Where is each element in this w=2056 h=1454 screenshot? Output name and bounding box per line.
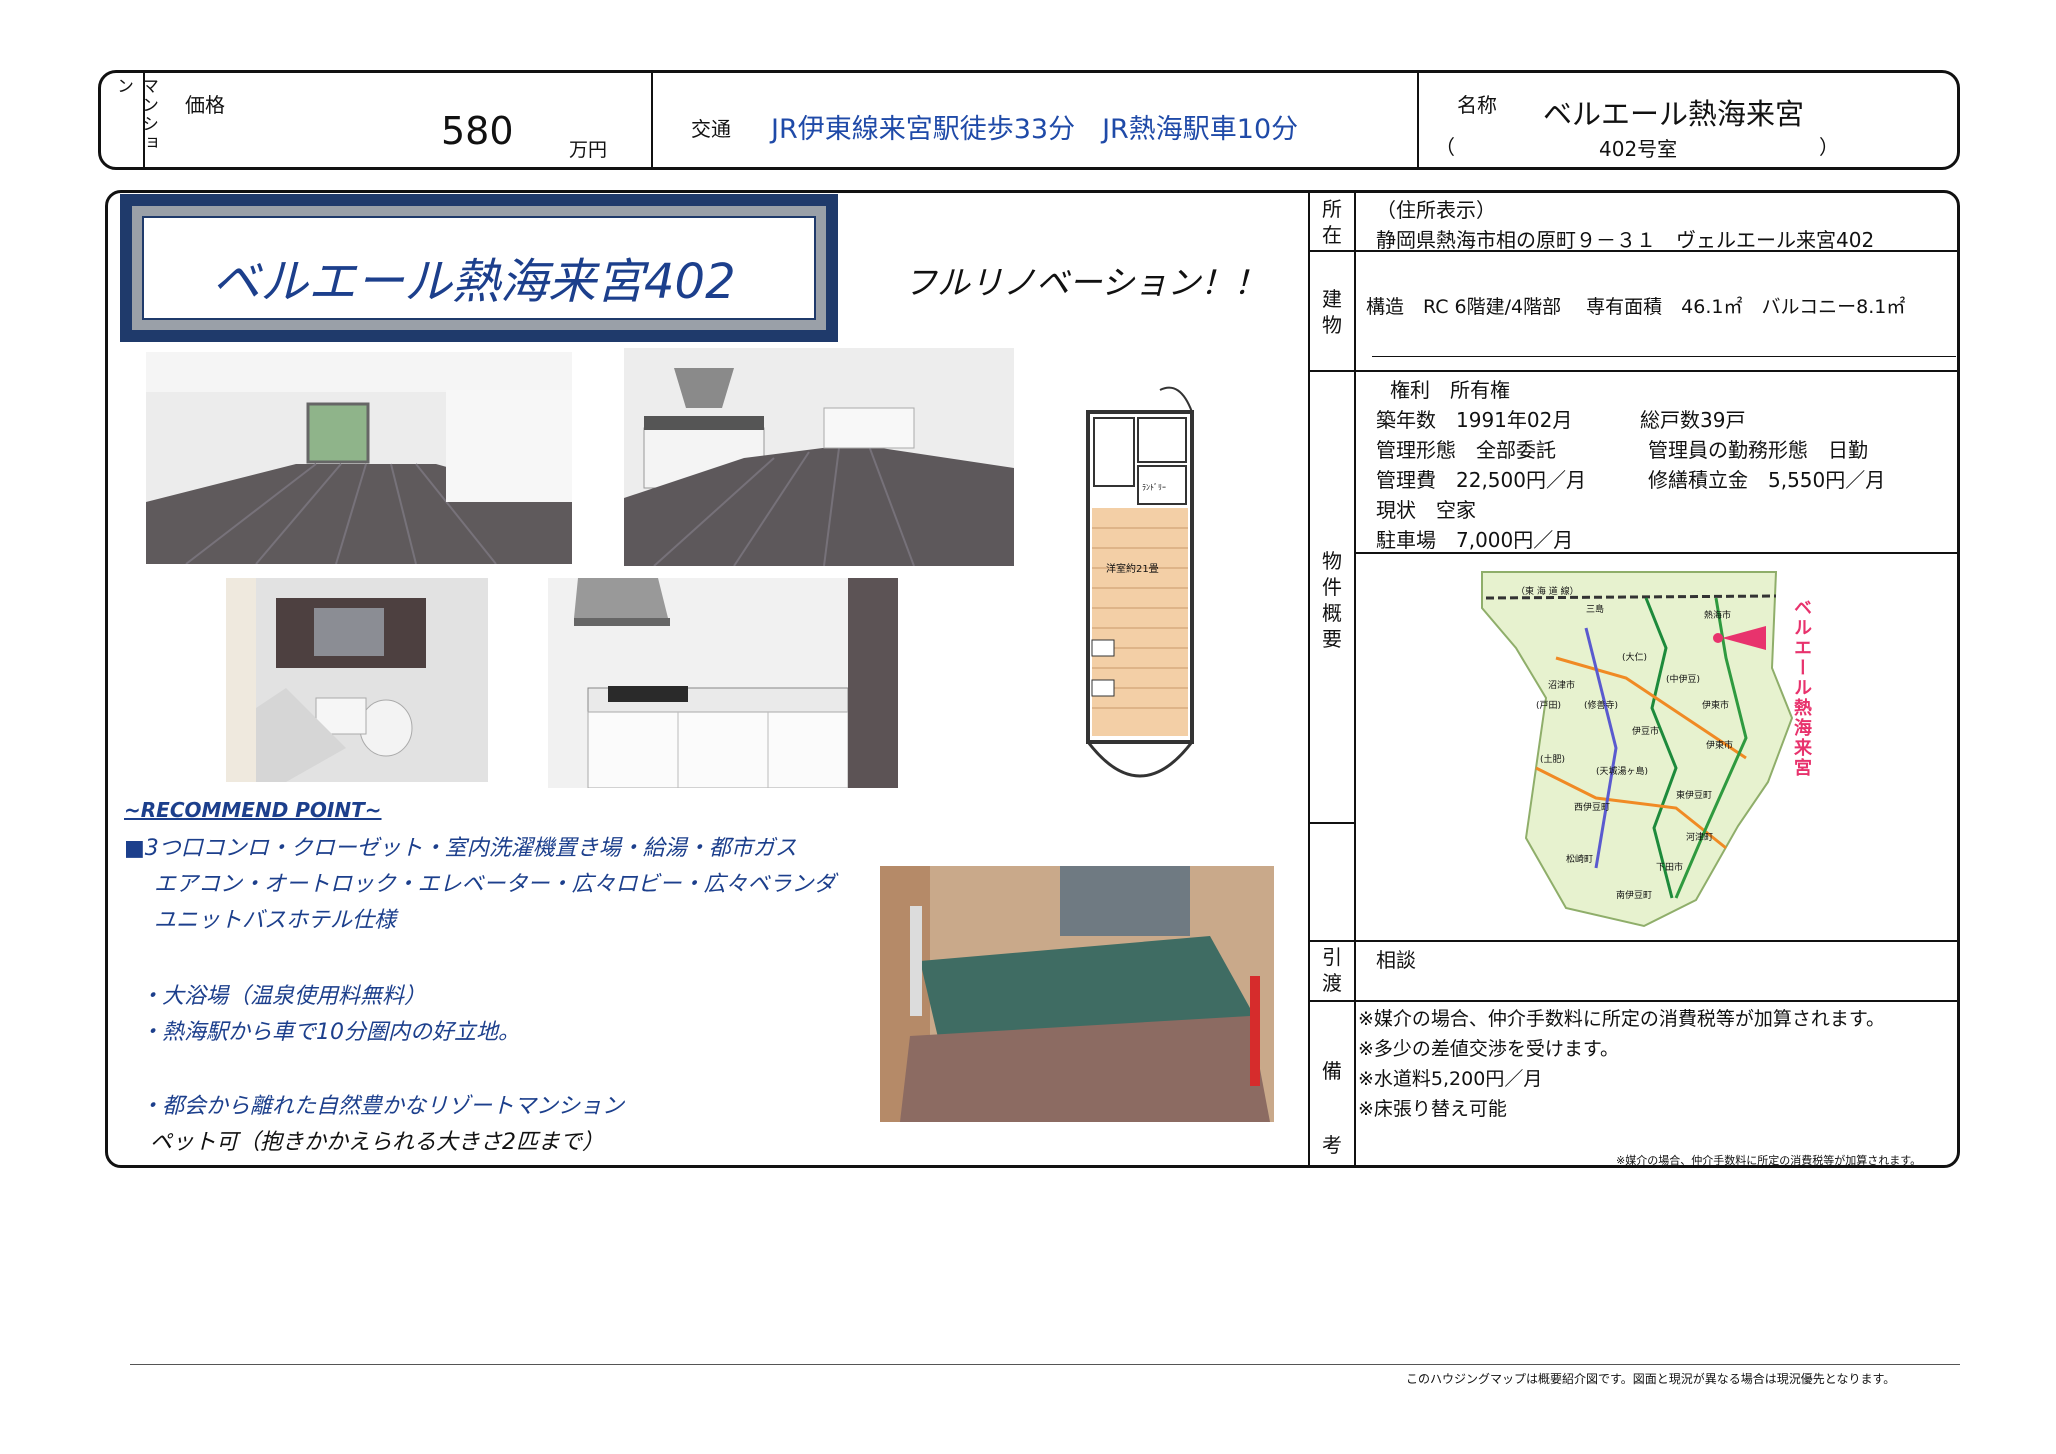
header-band: マンション 価格 580 万円 交通 JR伊東線来宮駅徒歩33分 JR熱海駅車1… [98,70,1960,170]
map-label-10: 沼津市 [1548,681,1576,691]
map-label-13: (修善寺) [1584,701,1619,711]
address-label: 所在 [1322,197,1342,247]
map-label-16: (土肥) [1540,755,1566,765]
footer-note: このハウジングマップは概要紹介図です。図面と現況が異なる場合は現況優先となります… [1406,1372,1896,1386]
management-type: 管理形態 全部委託 [1376,438,1556,462]
title-box: ベルエール熱海来宮402 [120,194,838,342]
map-label-3: 伊東市 [1702,701,1730,711]
address-value: 静岡県熱海市相の原町９－３１ ヴェルエール来宮402 [1376,228,1875,252]
building-label: 建物 [1322,287,1342,337]
recommend-line-4: ・大浴場（温泉使用料無料） [140,984,427,1009]
public-bath-photo [880,866,1274,1122]
floor-plan: 洋室約21畳 ﾗﾝﾄﾞﾘｰ [1080,380,1210,810]
map-label-12: 三島 [1586,605,1605,615]
recommend-heading: ~RECOMMEND POINT~ [124,798,382,822]
floor-plan-laundry-label: ﾗﾝﾄﾞﾘｰ [1142,483,1166,492]
repair-fund: 修繕積立金 5,550円／月 [1648,468,1886,492]
recommend-line-7: ペット可（抱きかかえられる大きさ2匹まで） [150,1130,604,1155]
location-map: （東 海 道 線） 伊豆市 伊東市 伊東市 西伊豆町 東伊豆町 松崎町 河津町 … [1476,568,1816,930]
remark-2: ※多少の差値交渉を受けます。 [1358,1038,1620,1060]
access-label: 交通 [691,117,731,141]
recommend-line-1: ■3つ口コンロ・クローゼット・室内洗濯機置き場・給湯・都市ガス [124,836,797,861]
room-number: 402号室 [1599,137,1678,161]
price-label: 価格 [185,93,225,117]
status: 現状 空家 [1376,498,1476,522]
recommend-line-5: ・熱海駅から車で10分圏内の好立地。 [140,1020,520,1045]
price-value: 580 [441,109,514,153]
access-value: JR伊東線来宮駅徒歩33分 JR熱海駅車10分 [771,114,1299,145]
map-label-5: 東伊豆町 [1676,791,1713,801]
map-label-4: 西伊豆町 [1574,803,1611,813]
map-label-9: 南伊豆町 [1616,891,1653,901]
map-marker-label: ベルエール熱海来宮 [1791,598,1812,778]
price-unit: 万円 [569,139,608,161]
delivery-label: 引渡 [1322,945,1342,995]
recommend-line-2: エアコン・オートロック・エレベーター・広々ロビー・広々ベランダ [154,872,836,897]
property-type-label: マンション [113,77,158,153]
delivery-value: 相談 [1376,948,1416,972]
map-label-17: (戸田) [1536,701,1562,711]
map-label-7: 河津町 [1686,833,1714,843]
map-label-2: 伊東市 [1706,741,1734,751]
remarks-label: 備考 [1322,1059,1342,1157]
dining-kitchen-photo [624,348,1014,566]
remark-4: ※床張り替え可能 [1358,1098,1507,1120]
map-label-18: (大仁) [1622,653,1648,663]
name-label: 名称 [1457,93,1497,117]
building-name: ベルエール熱海来宮 [1543,97,1805,131]
recommend-line-3: ユニットバスホテル仕様 [154,908,397,933]
map-label-15: (天城湯ヶ島) [1596,767,1649,777]
room-close-paren: ） [1819,135,1839,159]
rights: 権利 所有権 [1390,378,1510,402]
living-room-photo [146,352,572,564]
room-open-paren: （ [1435,135,1455,159]
map-label-14: (中伊豆) [1666,675,1701,685]
map-region-label: （東 海 道 線） [1516,587,1579,597]
remark-1: ※媒介の場合、仲介手数料に所定の消費税等が加算されます。 [1358,1008,1886,1030]
map-label-8: 下田市 [1656,863,1684,873]
address-note: （住所表示） [1376,198,1496,222]
floor-plan-room-label: 洋室約21畳 [1106,564,1159,575]
map-label-1: 伊豆市 [1632,727,1660,737]
management-fee: 管理費 22,500円／月 [1376,468,1586,492]
building-structure: 構造 RC 6階建/4階部 専有面積 46.1㎡ バルコニー8.1㎡ [1366,296,1906,318]
map-label-11: 熱海市 [1704,611,1732,621]
parking: 駐車場 7,000円／月 [1376,528,1574,552]
total-units: 総戸数39戸 [1640,408,1746,432]
catch-copy: フルリノベーション！！ [904,263,1267,302]
remark-small-note: ※媒介の場合、仲介手数料に所定の消費税等が加算されます。 [1616,1154,1922,1167]
property-summary-label: 物件概要 [1322,549,1342,651]
map-label-6: 松崎町 [1566,855,1594,865]
built-year: 築年数 1991年02月 [1376,408,1573,432]
kitchen-photo [548,578,898,788]
manager-work: 管理員の勤務形態 日勤 [1648,438,1868,462]
recommend-line-6: ・都会から離れた自然豊かなリゾートマンション [140,1094,625,1119]
remark-3: ※水道料5,200円／月 [1358,1068,1543,1090]
bathroom-photo [226,578,488,782]
title-text: ベルエール熱海来宮402 [212,254,736,310]
